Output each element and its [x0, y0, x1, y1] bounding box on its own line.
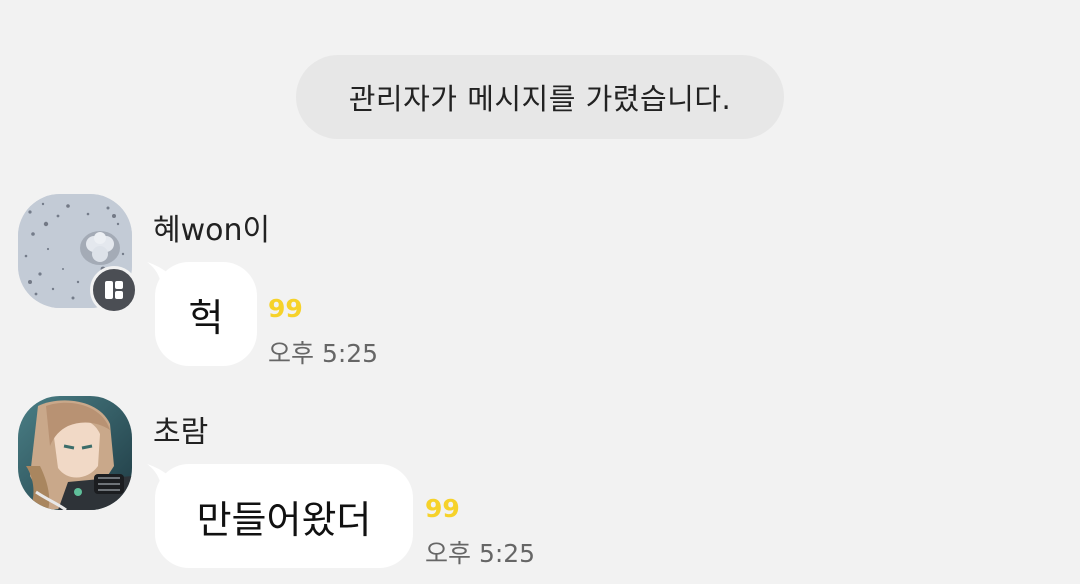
message-bubble[interactable]: 헉 [155, 262, 257, 366]
unread-count: 99 [425, 494, 460, 523]
sender-name[interactable]: 초람 [153, 407, 208, 451]
message-bubble[interactable]: 만들어왔더 [155, 464, 413, 568]
system-notice: 관리자가 메시지를 가렸습니다. [296, 55, 784, 139]
avatar-anime-image [18, 396, 132, 510]
manager-badge-icon [90, 266, 138, 314]
message-time: 오후 5:25 [268, 339, 379, 368]
message-time: 오후 5:25 [425, 539, 536, 568]
unread-count: 99 [268, 294, 303, 323]
sender-name[interactable]: 혜won이 [153, 205, 270, 249]
avatar[interactable] [18, 396, 132, 510]
